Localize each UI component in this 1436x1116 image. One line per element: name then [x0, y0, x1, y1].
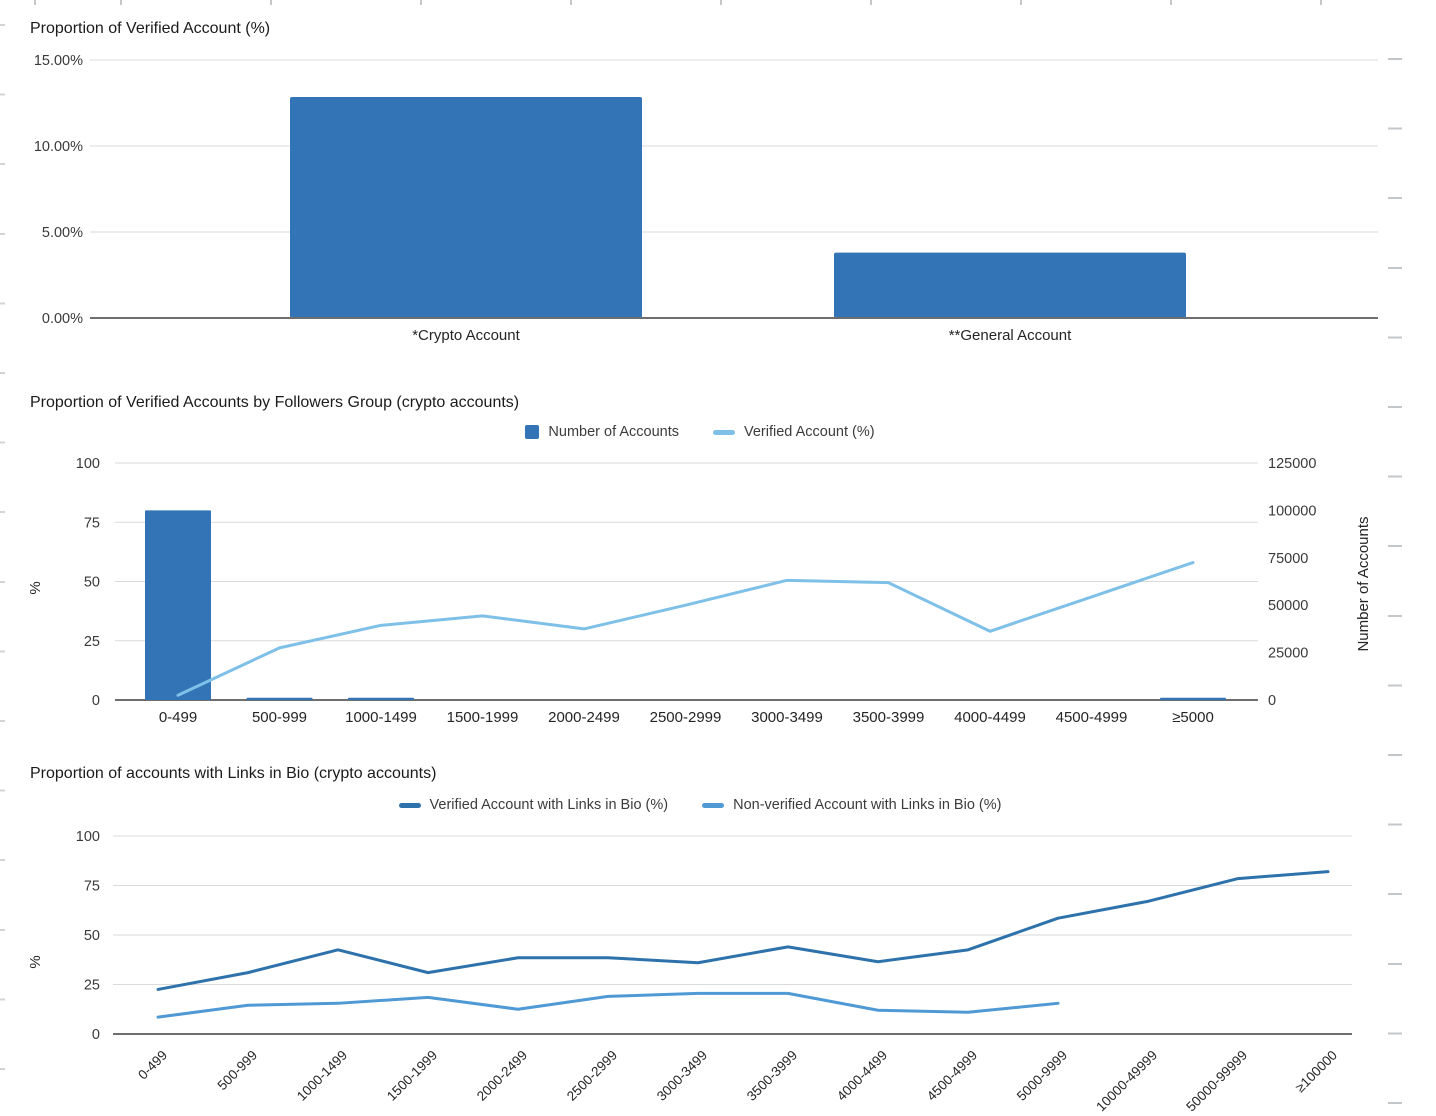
legend-label: Number of Accounts	[548, 424, 679, 440]
x-category-label-rotated: 2500-2999	[564, 1048, 620, 1104]
left-axis-title: %	[27, 581, 44, 594]
x-category-label: **General Account	[949, 327, 1072, 344]
right-y-tick-label: 125000	[1268, 456, 1316, 472]
x-category-label: 3000-3499	[751, 709, 823, 726]
left-y-tick-label: 0	[92, 693, 100, 709]
legend-item-verified-links-in-bio: Verified Account with Links in Bio (%)	[399, 797, 669, 813]
bar-0	[290, 97, 642, 318]
verified-line-swatch	[399, 803, 421, 808]
y-tick-label: 0.00%	[42, 311, 83, 327]
right-axis-title: Number of Accounts	[1355, 516, 1372, 651]
verified-links-line	[158, 872, 1328, 990]
bar-1	[834, 253, 1186, 318]
right-y-tick-label: 25000	[1268, 646, 1308, 662]
legend-item-verified-account-pct: Verified Account (%)	[713, 424, 875, 440]
legend-label: Non-verified Account with Links in Bio (…	[733, 797, 1001, 813]
x-category-label-rotated: 10000-49999	[1093, 1048, 1160, 1115]
chart3-title: Proportion of accounts with Links in Bio…	[30, 765, 436, 783]
x-category-label-rotated: 3500-3999	[744, 1048, 800, 1104]
right-y-tick-label: 0	[1268, 693, 1276, 709]
accounts-bar-2	[348, 698, 414, 700]
spreadsheet-charts-page: { "colors": { "bar_blue": "#3274b5", "li…	[0, 0, 1436, 1116]
verified-by-followers-combo-chart-canvas[interactable]: 0 25 50 75 100 0 25000 50000 75000 100000 125000 0-…	[0, 448, 1436, 748]
x-category-label: 0-499	[159, 709, 197, 726]
accounts-bar-1	[247, 698, 313, 700]
x-category-label-rotated: 500-999	[214, 1048, 260, 1094]
x-category-label-rotated: 2000-2499	[474, 1048, 530, 1104]
y-tick-label: 5.00%	[42, 225, 83, 241]
x-category-label: 3500-3999	[853, 709, 925, 726]
y-tick-label: 0	[92, 1027, 100, 1043]
left-y-tick-label: 50	[84, 575, 100, 591]
legend-item-nonverified-links-in-bio: Non-verified Account with Links in Bio (…	[702, 797, 1001, 813]
left-y-tick-label: 100	[76, 456, 100, 472]
legend-label: Verified Account with Links in Bio (%)	[430, 797, 669, 813]
nonverified-line-swatch	[702, 803, 724, 808]
left-axis-title: %	[27, 955, 44, 968]
y-tick-label: 100	[76, 829, 100, 845]
right-y-tick-label: 75000	[1268, 551, 1308, 567]
accounts-bar-10	[1160, 698, 1226, 700]
nonverified-links-line	[158, 993, 1058, 1017]
legend-label: Verified Account (%)	[744, 424, 875, 440]
chart2-legend: Number of Accounts Verified Account (%)	[0, 424, 1400, 440]
left-y-tick-label: 25	[84, 634, 100, 650]
right-y-tick-label: 50000	[1268, 598, 1308, 614]
x-category-label: ≥5000	[1172, 709, 1214, 726]
links-in-bio-line-chart-canvas[interactable]: 0 25 50 75 100 0-499 500-999 1000-1499 1500-1999…	[0, 820, 1436, 1116]
y-tick-label: 25	[84, 978, 100, 994]
left-y-tick-label: 75	[84, 515, 100, 531]
x-category-label-rotated: 0-499	[135, 1048, 170, 1083]
x-category-label-rotated: 3000-3499	[654, 1048, 710, 1104]
x-category-label: 4000-4499	[954, 709, 1026, 726]
x-category-label-rotated: 1000-1499	[294, 1048, 350, 1104]
verified-percent-line	[178, 563, 1193, 696]
x-category-label-rotated: 4500-4999	[924, 1048, 980, 1104]
line-series-swatch	[713, 430, 735, 435]
x-category-label: 2000-2499	[548, 709, 620, 726]
right-y-tick-label: 100000	[1268, 503, 1316, 519]
y-tick-label: 50	[84, 928, 100, 944]
x-category-label-rotated: ≥100000	[1292, 1048, 1340, 1096]
legend-item-number-of-accounts: Number of Accounts	[525, 424, 679, 440]
verified-account-bar-chart-canvas[interactable]: 0.00% 5.00% 10.00% 15.00% *Crypto Account **G…	[0, 0, 1436, 370]
x-category-label: 1500-1999	[447, 709, 519, 726]
x-category-label: 1000-1499	[345, 709, 417, 726]
chart3-legend: Verified Account with Links in Bio (%) N…	[0, 797, 1400, 813]
accounts-bar-0	[145, 510, 211, 700]
x-category-label: *Crypto Account	[412, 327, 520, 344]
x-category-label-rotated: 50000-99999	[1183, 1048, 1250, 1115]
x-category-label: 2500-2999	[650, 709, 722, 726]
y-tick-label: 15.00%	[34, 53, 83, 69]
x-category-label-rotated: 1500-1999	[384, 1048, 440, 1104]
x-category-label-rotated: 5000-9999	[1014, 1048, 1070, 1104]
x-category-label: 500-999	[252, 709, 307, 726]
chart2-title: Proportion of Verified Accounts by Follo…	[30, 394, 519, 412]
y-tick-label: 10.00%	[34, 139, 83, 155]
x-category-label: 4500-4999	[1056, 709, 1128, 726]
y-tick-label: 75	[84, 879, 100, 895]
x-category-label-rotated: 4000-4499	[834, 1048, 890, 1104]
bar-series-swatch	[525, 425, 539, 439]
